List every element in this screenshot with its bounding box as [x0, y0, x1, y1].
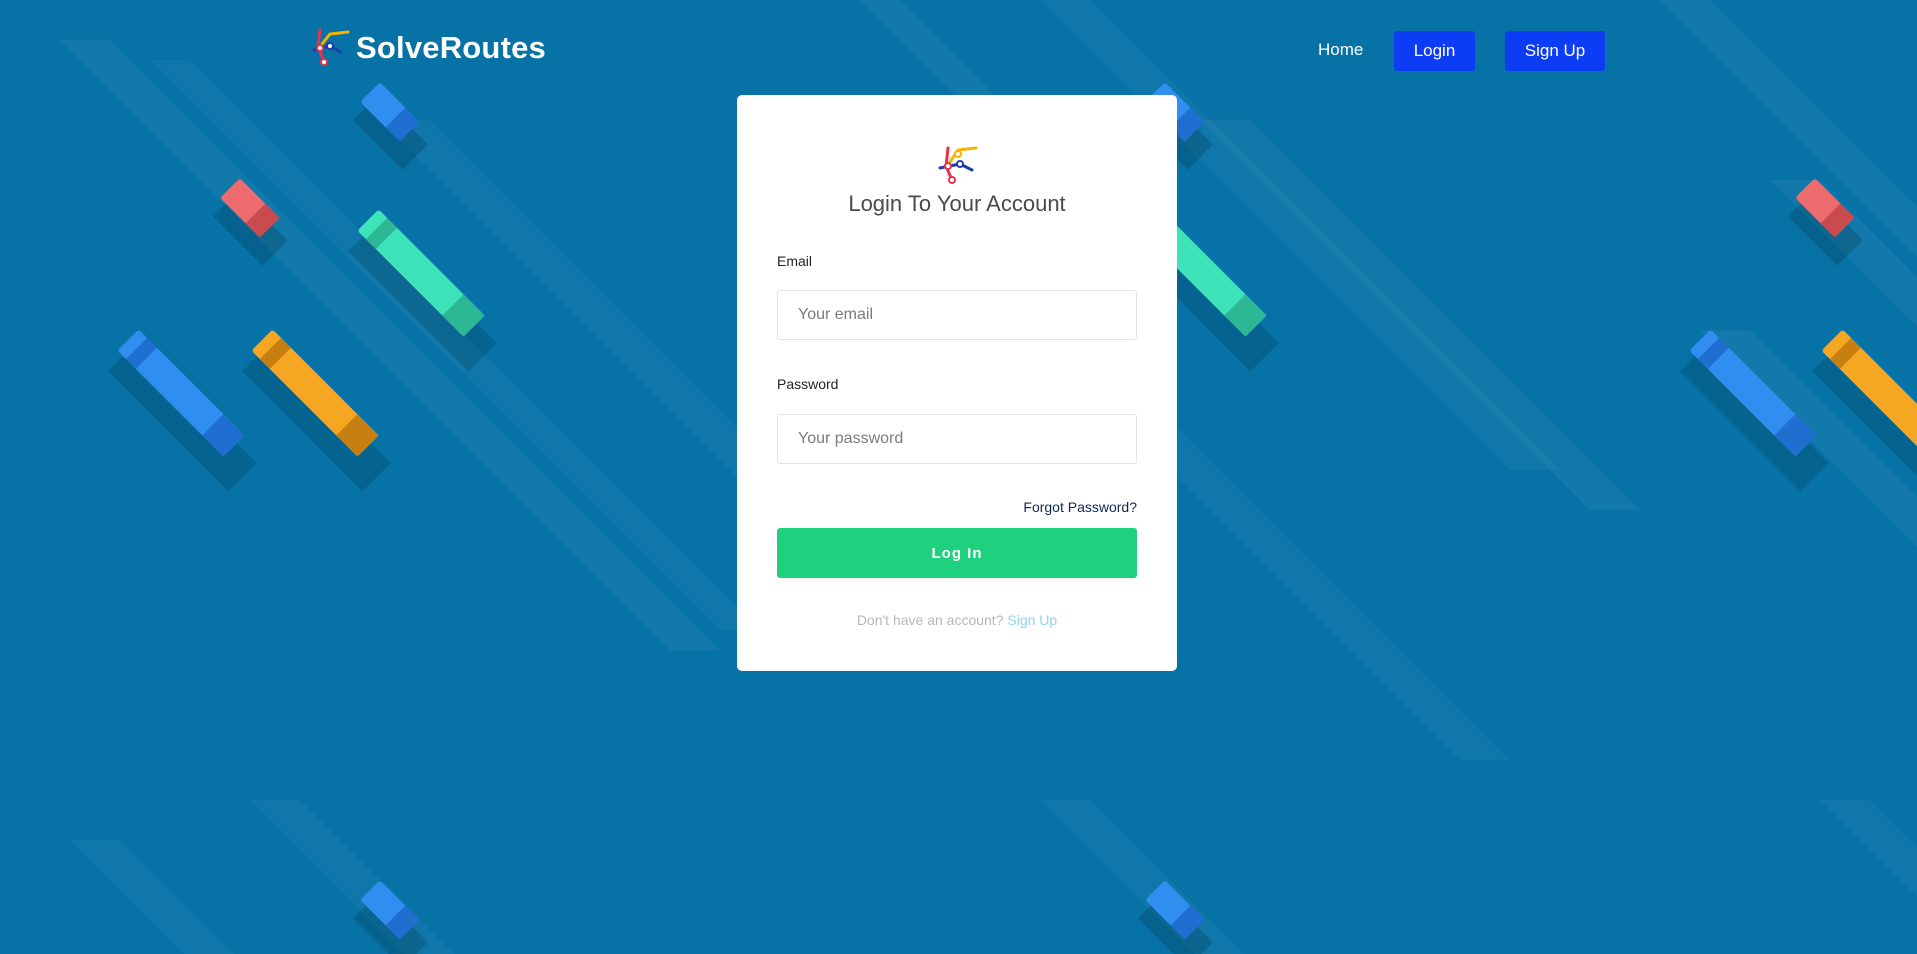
- nav-login-button[interactable]: Login: [1394, 31, 1475, 71]
- email-label: Email: [777, 253, 813, 269]
- brand-name: SolveRoutes: [356, 30, 546, 65]
- signup-link[interactable]: Sign Up: [1007, 612, 1057, 628]
- navbar: SolveRoutes Home Login Sign Up: [0, 0, 1917, 100]
- log-in-button[interactable]: Log In: [777, 528, 1137, 578]
- nav-link-home[interactable]: Home: [1318, 40, 1363, 60]
- nav-signup-button[interactable]: Sign Up: [1505, 31, 1605, 71]
- password-label: Password: [777, 376, 839, 392]
- route-logo-icon: [312, 28, 350, 66]
- signup-prompt: Don't have an account? Sign Up: [737, 612, 1177, 628]
- signup-prompt-text: Don't have an account?: [856, 612, 1008, 628]
- forgot-password-link[interactable]: Forgot Password?: [1023, 499, 1137, 515]
- email-field[interactable]: [777, 290, 1137, 340]
- route-logo-icon: [938, 146, 978, 184]
- password-field[interactable]: [777, 414, 1137, 464]
- brand[interactable]: SolveRoutes: [308, 26, 546, 70]
- login-title: Login To Your Account: [848, 191, 1066, 216]
- login-card: Login To Your Account Email Password For…: [737, 95, 1177, 671]
